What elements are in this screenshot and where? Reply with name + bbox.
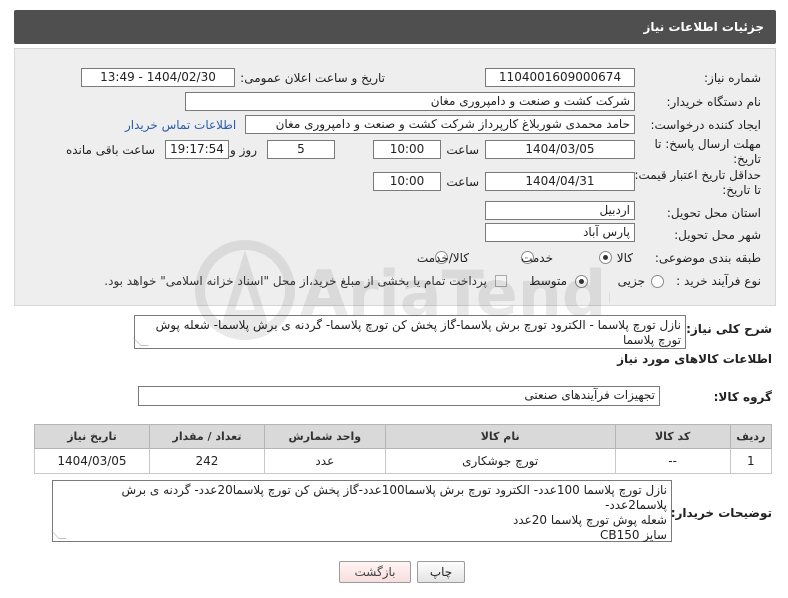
col-date: تاریخ نیاز	[34, 424, 150, 449]
deadline-time-field: 10:00	[373, 140, 441, 159]
days-label: روز و	[230, 143, 257, 157]
validity-label-1: حداقل تاریخ اعتبار قیمت:	[634, 168, 761, 182]
city-label: شهر محل تحویل:	[674, 228, 761, 242]
buyer-notes-label: توضیحات خریدار:	[670, 506, 772, 520]
process-label: نوع فرآیند خرید :	[676, 274, 761, 288]
deadline-label-2: تاریخ:	[733, 152, 761, 166]
buyer-notes-line-1: نازل تورچ پلاسما 100عدد- الکترود تورچ بر…	[121, 483, 667, 512]
buyer-org-label: نام دستگاه خریدار:	[666, 95, 762, 109]
col-qty: تعداد / مقدار	[149, 424, 265, 449]
cell-date: 1404/03/05	[34, 448, 150, 474]
summary-textarea[interactable]: نازل تورچ پلاسما - الکترود تورچ برش پلاس…	[133, 315, 686, 349]
category-label: طبقه بندی موضوعی:	[654, 251, 761, 265]
validity-label-2: تا تاریخ:	[722, 183, 761, 197]
page-title: جزئیات اطلاعات نیاز	[643, 20, 764, 34]
province-field: اردبیل	[485, 201, 635, 220]
goods-table-header: ردیف کد کالا نام کالا واحد شمارش تعداد /…	[34, 424, 773, 449]
contact-buyer-link[interactable]: اطلاعات تماس خریدار	[125, 118, 236, 132]
category-option-service: خدمت	[521, 251, 553, 265]
goods-section-title: اطلاعات کالاهای مورد نیاز	[617, 352, 772, 366]
remaining-time-field: 19:17:54	[165, 140, 229, 159]
validity-date-field: 1404/04/31	[485, 172, 635, 191]
goods-group-field: تجهیزات فرآیندهای صنعتی	[138, 386, 660, 406]
table-row: 1 -- تورچ جوشکاری عدد 242 1404/03/05	[34, 448, 773, 474]
deadline-time-label: ساعت	[446, 143, 479, 157]
cell-row: 1	[729, 448, 773, 474]
need-details-form: شماره نیاز: 1104001609000674 تاریخ و ساع…	[14, 48, 776, 306]
process-option-minor: جزیی	[617, 274, 645, 288]
goods-group-label: گروه کالا:	[713, 390, 772, 404]
category-option-goods-service: کالا/خدمت	[416, 251, 469, 265]
process-radio-medium[interactable]	[575, 275, 588, 288]
col-name: نام کالا	[384, 424, 616, 449]
days-remaining-field: 5	[267, 140, 335, 159]
back-button[interactable]: بازگشت	[339, 561, 411, 583]
creator-field: حامد محمدی شوربلاغ کارپرداز شرکت کشت و ص…	[245, 115, 635, 134]
deadline-label-1: مهلت ارسال پاسخ: تا	[654, 137, 761, 151]
deadline-date-field: 1404/03/05	[485, 140, 635, 159]
need-number-field: 1104001609000674	[485, 68, 635, 87]
category-option-goods: کالا	[616, 251, 633, 265]
announce-label: تاریخ و ساعت اعلان عمومی:	[240, 71, 385, 85]
resize-grip-icon[interactable]	[133, 338, 149, 346]
col-row: ردیف	[729, 424, 773, 449]
validity-time-field: 10:00	[373, 172, 441, 191]
page-header: جزئیات اطلاعات نیاز	[14, 10, 776, 44]
buyer-notes-line-3: سایز CB150	[599, 528, 667, 542]
remaining-label: ساعت باقی مانده	[65, 143, 155, 157]
print-button[interactable]: چاپ	[417, 561, 465, 583]
buyer-notes-line-2: شعله پوش تورچ پلاسما 20عدد	[512, 513, 667, 527]
summary-text: نازل تورچ پلاسما - الکترود تورچ برش پلاس…	[155, 318, 681, 347]
announce-field: 1404/02/30 - 13:49	[81, 68, 235, 87]
col-code: کد کالا	[614, 424, 731, 449]
treasury-note: پرداخت تمام یا بخشی از مبلغ خرید،از محل …	[104, 274, 487, 288]
need-number-label: شماره نیاز:	[704, 71, 761, 85]
buyer-notes-textarea[interactable]: نازل تورچ پلاسما 100عدد- الکترود تورچ بر…	[51, 480, 672, 542]
process-option-medium: متوسط	[529, 274, 567, 288]
cell-name: تورچ جوشکاری	[384, 448, 616, 474]
col-unit: واحد شمارش	[263, 424, 386, 449]
creator-label: ایجاد کننده درخواست:	[650, 118, 761, 132]
validity-time-label: ساعت	[446, 175, 479, 189]
cell-code: --	[614, 448, 731, 474]
treasury-checkbox[interactable]	[495, 275, 507, 287]
buyer-org-field: شرکت کشت و صنعت و دامپروری مغان	[185, 92, 635, 111]
cell-qty: 242	[149, 448, 265, 474]
summary-label: شرح کلی نیاز:	[686, 322, 772, 336]
category-radio-goods[interactable]	[599, 251, 612, 264]
province-label: استان محل تحویل:	[666, 206, 761, 220]
process-radio-minor[interactable]	[651, 275, 664, 288]
city-field: پارس آباد	[485, 223, 635, 242]
goods-table: ردیف کد کالا نام کالا واحد شمارش تعداد /…	[34, 424, 773, 474]
cell-unit: عدد	[263, 448, 386, 474]
